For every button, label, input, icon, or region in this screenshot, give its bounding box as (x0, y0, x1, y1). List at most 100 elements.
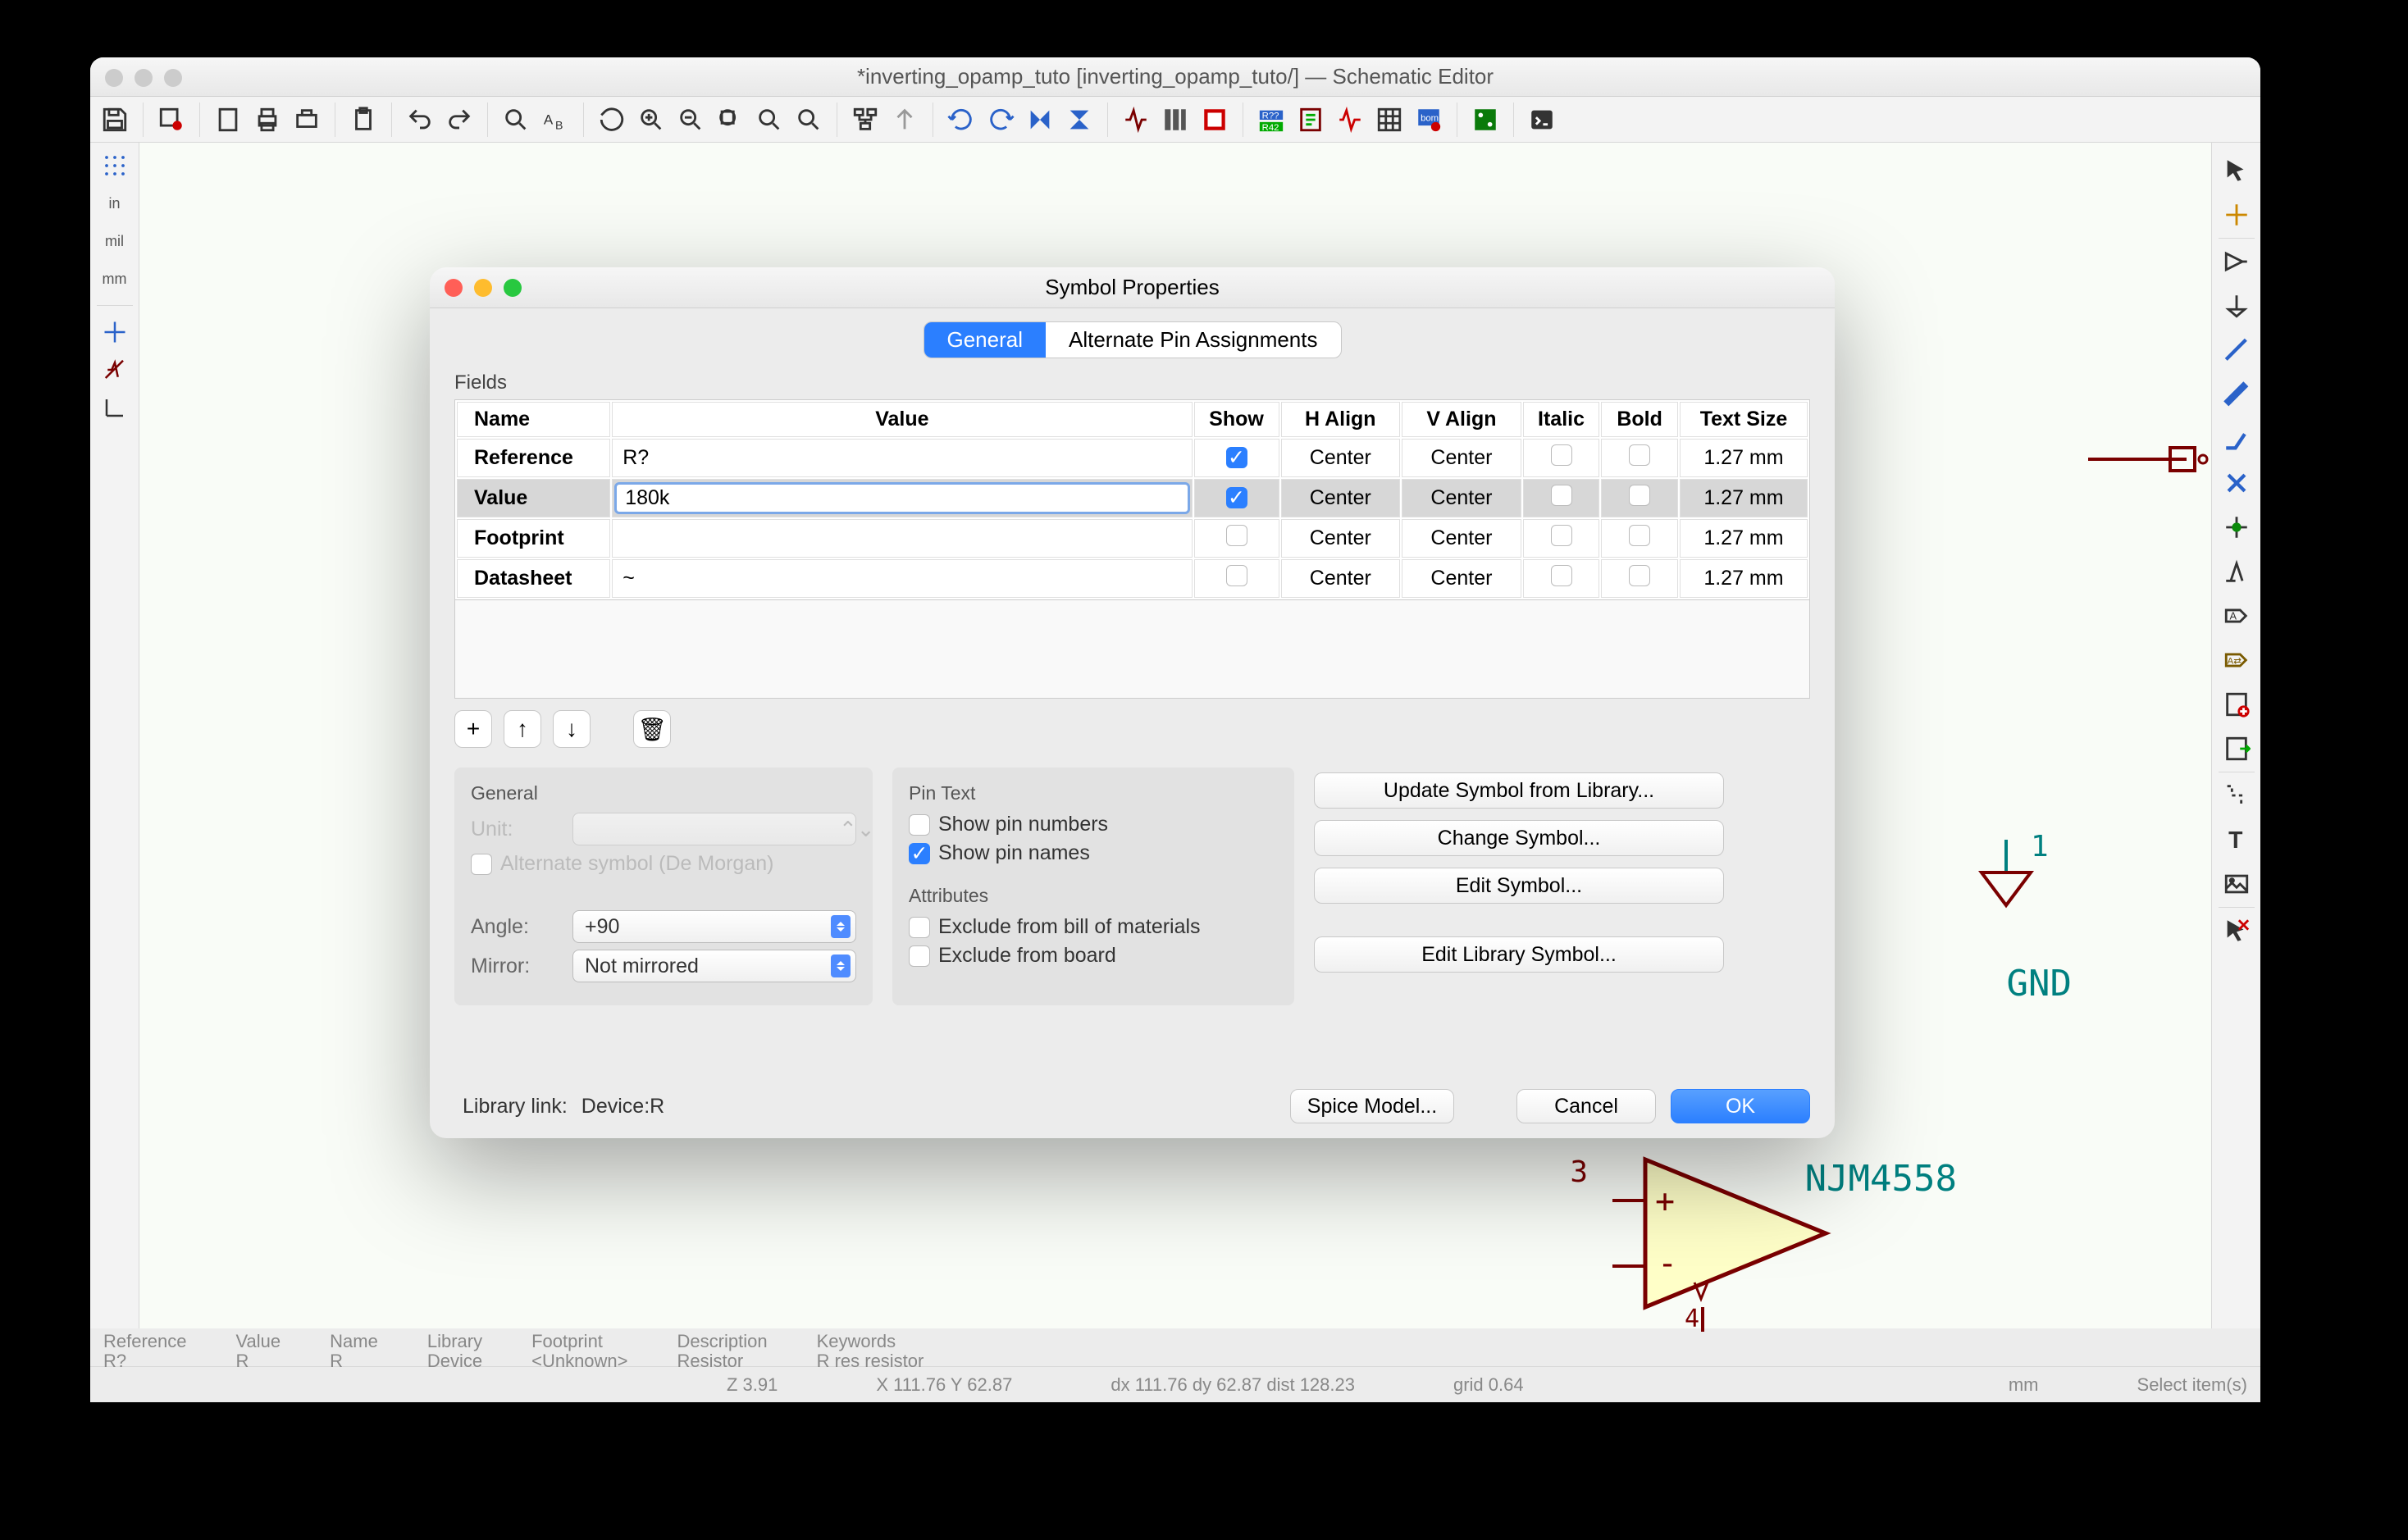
unit-mil[interactable]: mil (95, 225, 135, 257)
paste-icon[interactable] (345, 102, 381, 138)
col-value[interactable]: Value (612, 402, 1192, 437)
leave-sheet-icon[interactable] (887, 102, 923, 138)
cell-size[interactable]: 1.27 mm (1680, 479, 1808, 517)
col-bold[interactable]: Bold (1601, 402, 1678, 437)
settings-icon[interactable] (153, 102, 189, 138)
find-replace-icon[interactable]: AB (537, 102, 573, 138)
cell-halign[interactable]: Center (1281, 479, 1401, 517)
close-icon[interactable] (445, 279, 463, 297)
bold-checkbox[interactable] (1629, 444, 1650, 466)
save-icon[interactable] (97, 102, 133, 138)
italic-checkbox[interactable] (1551, 565, 1572, 586)
col-valign[interactable]: V Align (1402, 402, 1521, 437)
cell-name[interactable]: Value (457, 479, 610, 517)
import-sheet-pin-icon[interactable] (2217, 727, 2256, 770)
add-text-icon[interactable]: T (2217, 818, 2256, 861)
move-up-button[interactable]: ↑ (504, 710, 541, 748)
add-sheet-icon[interactable] (2217, 683, 2256, 726)
rotate-ccw-icon[interactable] (943, 102, 979, 138)
add-hier-label-icon[interactable]: A⇄ (2217, 639, 2256, 681)
zoom-in-icon[interactable] (633, 102, 669, 138)
angle-select[interactable]: +90 (572, 910, 856, 943)
cell-halign[interactable]: Center (1281, 439, 1401, 477)
unit-in[interactable]: in (95, 187, 135, 220)
bold-checkbox[interactable] (1629, 565, 1650, 586)
bold-checkbox[interactable] (1629, 485, 1650, 506)
cell-valign[interactable]: Center (1402, 439, 1521, 477)
symbol-editor-icon[interactable] (1118, 102, 1154, 138)
table-row[interactable]: Datasheet~CenterCenter1.27 mm (457, 559, 1808, 598)
add-junction-icon[interactable] (2217, 506, 2256, 549)
redo-icon[interactable] (441, 102, 477, 138)
cell-halign[interactable]: Center (1281, 519, 1401, 558)
edit-library-symbol-button[interactable]: Edit Library Symbol... (1314, 936, 1724, 973)
show-checkbox[interactable] (1226, 525, 1247, 546)
cell-size[interactable]: 1.27 mm (1680, 559, 1808, 598)
show-checkbox[interactable] (1226, 565, 1247, 586)
hierarchy-icon[interactable] (847, 102, 883, 138)
delete-field-button[interactable]: 🗑 (633, 710, 671, 748)
cell-name[interactable]: Datasheet (457, 559, 610, 598)
grid-toggle-icon[interactable] (95, 149, 135, 182)
cell-value[interactable] (612, 479, 1192, 517)
italic-checkbox[interactable] (1551, 485, 1572, 506)
unit-mm[interactable]: mm (95, 262, 135, 295)
tab-alternate-pins[interactable]: Alternate Pin Assignments (1046, 322, 1341, 358)
select-tool-icon[interactable] (2217, 149, 2256, 192)
add-power-icon[interactable] (2217, 285, 2256, 327)
show-checkbox[interactable]: ✓ (1226, 447, 1247, 468)
minimize-icon[interactable] (474, 279, 492, 297)
add-field-button[interactable]: + (454, 710, 492, 748)
cell-value[interactable] (612, 519, 1192, 558)
add-wire-icon[interactable] (2217, 329, 2256, 371)
cell-size[interactable]: 1.27 mm (1680, 519, 1808, 558)
add-label-icon[interactable] (2217, 550, 2256, 593)
zoom-out-icon[interactable] (673, 102, 709, 138)
erc-icon[interactable] (1293, 102, 1329, 138)
edit-symbol-button[interactable]: Edit Symbol... (1314, 868, 1724, 904)
move-down-button[interactable]: ↓ (553, 710, 591, 748)
add-global-label-icon[interactable]: A (2217, 595, 2256, 637)
mirror-v-icon[interactable] (1061, 102, 1097, 138)
exclude-bom-checkbox[interactable] (909, 917, 930, 938)
add-bus-entry-icon[interactable] (2217, 417, 2256, 460)
add-symbol-icon[interactable] (2217, 240, 2256, 283)
dialog-traffic-lights[interactable] (445, 279, 522, 297)
window-traffic-lights[interactable] (105, 69, 182, 87)
library-browser-icon[interactable] (1157, 102, 1193, 138)
page-setup-icon[interactable] (210, 102, 246, 138)
show-checkbox[interactable]: ✓ (1226, 487, 1247, 508)
cell-size[interactable]: 1.27 mm (1680, 439, 1808, 477)
find-icon[interactable] (498, 102, 534, 138)
zoom-icon[interactable] (504, 279, 522, 297)
script-console-icon[interactable] (1524, 102, 1560, 138)
symbol-fields-icon[interactable] (1371, 102, 1407, 138)
table-row[interactable]: Value ✓ CenterCenter 1.27 mm (457, 479, 1808, 517)
plot-icon[interactable] (289, 102, 325, 138)
footprint-assign-icon[interactable] (1197, 102, 1233, 138)
pcb-editor-icon[interactable] (1467, 102, 1503, 138)
italic-checkbox[interactable] (1551, 525, 1572, 546)
exclude-board-checkbox[interactable] (909, 945, 930, 967)
cell-name[interactable]: Reference (457, 439, 610, 477)
undo-icon[interactable] (402, 102, 438, 138)
table-row[interactable]: ReferenceR? ✓ CenterCenter 1.27 mm (457, 439, 1808, 477)
zoom-fit-icon[interactable] (712, 102, 748, 138)
print-icon[interactable] (249, 102, 285, 138)
add-line-icon[interactable] (2217, 774, 2256, 817)
cell-value[interactable]: R? (612, 439, 1192, 477)
highlight-net-icon[interactable] (2217, 194, 2256, 236)
cell-halign[interactable]: Center (1281, 559, 1401, 598)
cell-valign[interactable]: Center (1402, 479, 1521, 517)
delete-tool-icon[interactable] (2217, 909, 2256, 952)
update-symbol-button[interactable]: Update Symbol from Library... (1314, 772, 1724, 809)
table-row[interactable]: FootprintCenterCenter1.27 mm (457, 519, 1808, 558)
cell-valign[interactable]: Center (1402, 559, 1521, 598)
spice-model-button[interactable]: Spice Model... (1290, 1089, 1454, 1123)
value-input[interactable] (614, 482, 1189, 514)
col-italic[interactable]: Italic (1523, 402, 1600, 437)
bold-checkbox[interactable] (1629, 525, 1650, 546)
hidden-pins-icon[interactable] (95, 353, 135, 386)
show-pin-numbers-checkbox[interactable] (909, 814, 930, 836)
refresh-icon[interactable] (594, 102, 630, 138)
